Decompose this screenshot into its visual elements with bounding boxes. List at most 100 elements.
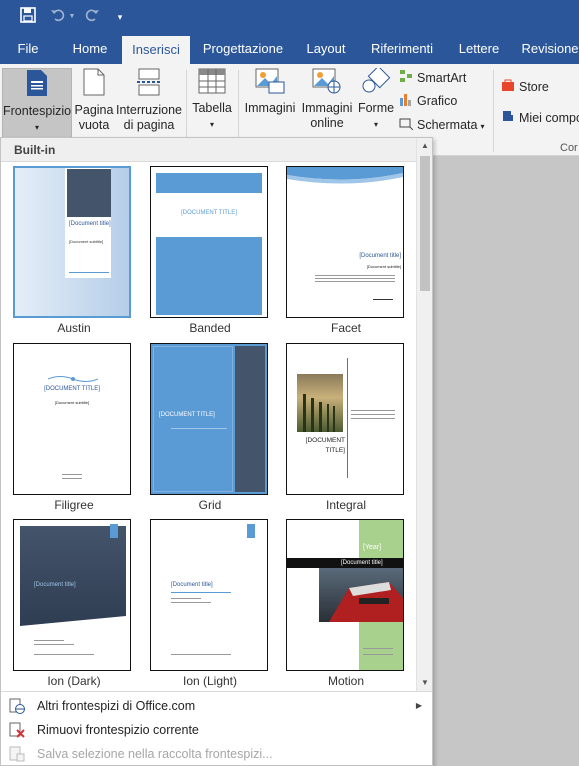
schermata-label: Schermata (417, 118, 478, 132)
undo-icon[interactable] (50, 7, 66, 27)
my-addins-icon (501, 109, 515, 129)
thumb-title: [DOCUMENT TITLE] (44, 386, 100, 392)
save-icon[interactable] (18, 7, 38, 27)
pagina-vuota-label-2: vuota (78, 118, 110, 132)
thumb-title: [DOCUMENT TITLE] (159, 412, 215, 418)
grafico-button[interactable]: Grafico (399, 91, 457, 111)
cover-thumb-facet[interactable]: [Document title] [Document subtitle] (286, 166, 404, 318)
altri-frontespizi-item[interactable]: Altri frontespizi di Office.com ▶ (1, 694, 432, 718)
thumb-label-ion-light: Ion (Light) (182, 674, 238, 688)
title-bar: ▼ ▾ (0, 0, 579, 34)
thumb-title: [Document title] (171, 582, 213, 588)
interruzione-pagina-button[interactable]: Interruzione di pagina (116, 68, 182, 140)
smartart-icon (399, 69, 413, 89)
salva-selezione-label: Salva selezione nella raccolta frontespi… (37, 747, 273, 761)
frontespizio-label: Frontespizio (3, 104, 72, 118)
thumb-label-austin: Austin (57, 321, 91, 335)
customize-qat-button[interactable]: ▾ (114, 7, 126, 27)
interruzione-label-1: Interruzione (116, 103, 183, 117)
rimuovi-frontespizio-label: Rimuovi frontespizio corrente (37, 723, 199, 737)
thumb-label-integral: Integral (325, 498, 367, 512)
immagini-online-label-2: online (310, 116, 344, 130)
scroll-thumb[interactable] (420, 156, 430, 291)
miei-componenti-button[interactable]: Miei compo (501, 108, 579, 128)
cover-thumb-integral[interactable]: [DOCUMENT TITLE] (286, 343, 404, 495)
tab-file[interactable]: File (8, 34, 48, 64)
smartart-button[interactable]: SmartArt (399, 68, 466, 88)
ribbon-tabs: File Home Inserisci Progettazione Layout… (0, 34, 579, 64)
tab-layout[interactable]: Layout (298, 34, 354, 64)
chevron-down-icon: ▾ (209, 120, 214, 129)
immagini-online-button[interactable]: Immagini online (300, 68, 354, 140)
undo-dropdown-icon[interactable]: ▼ (68, 7, 76, 27)
rimuovi-frontespizio-item[interactable]: Rimuovi frontespizio corrente (1, 718, 432, 742)
tab-revisione[interactable]: Revisione (518, 34, 579, 64)
chevron-down-icon: ▾ (373, 120, 378, 129)
blank-page-icon (74, 68, 114, 100)
cover-page-gallery: Built-in [Document title] [Document subt… (0, 137, 433, 766)
save-to-gallery-icon (9, 746, 25, 766)
thumb-subtitle: [Document subtitle] (69, 239, 104, 244)
thumb-title: [DOCUMENT TITLE] (181, 210, 237, 216)
menu-divider (1, 691, 432, 692)
cover-thumb-banded[interactable]: [DOCUMENT TITLE] (150, 166, 268, 318)
thumb-label-ion-dark: Ion (Dark) (47, 674, 101, 688)
forme-button[interactable]: Forme ▾ (356, 65, 396, 140)
thumb-label-filigree: Filigree (54, 498, 94, 512)
thumb-label-grid: Grid (198, 498, 222, 512)
pagina-vuota-button[interactable]: Pagina vuota (74, 68, 114, 140)
altri-frontespizi-label: Altri frontespizi di Office.com (37, 699, 196, 713)
scroll-up-icon[interactable]: ▲ (417, 138, 433, 154)
cover-thumb-ion-light[interactable]: [Document title] (150, 519, 268, 671)
tabella-button[interactable]: Tabella ▾ (190, 68, 234, 140)
tabella-label: Tabella (192, 101, 232, 115)
chevron-down-icon: ▾ (34, 123, 39, 132)
tab-home[interactable]: Home (62, 34, 118, 64)
picture-icon (242, 68, 298, 98)
gallery-scrollbar[interactable]: ▲ ▼ (416, 138, 432, 691)
cover-thumb-filigree[interactable]: [DOCUMENT TITLE] [Document subtitle] (13, 343, 131, 495)
thumb-label-banded: Banded (189, 321, 231, 335)
divider (493, 70, 494, 152)
salva-selezione-item[interactable]: Salva selezione nella raccolta frontespi… (1, 742, 432, 766)
online-picture-icon (300, 68, 354, 98)
cover-thumb-ion-dark[interactable]: [Document title] (13, 519, 131, 671)
table-icon (190, 68, 234, 98)
chevron-down-icon: ▾ (480, 122, 485, 131)
interruzione-label-2: di pagina (123, 118, 175, 132)
tab-riferimenti[interactable]: Riferimenti (362, 34, 442, 64)
shapes-icon (356, 65, 396, 98)
miei-componenti-label: Miei compo (519, 111, 579, 125)
thumb-title: [Document title] (341, 560, 383, 566)
thumb-title: [Document title] (359, 253, 401, 259)
tab-progettazione[interactable]: Progettazione (198, 34, 288, 64)
thumb-year: [Year] (363, 544, 382, 551)
schermata-button[interactable]: Schermata ▾ (399, 115, 484, 135)
pagina-vuota-label-1: Pagina (74, 103, 114, 117)
forme-label: Forme (357, 101, 395, 115)
thumb-title: [Document title] (34, 582, 76, 588)
smartart-label: SmartArt (417, 71, 467, 85)
grafico-label: Grafico (417, 94, 458, 108)
tab-lettere[interactable]: Lettere (452, 34, 506, 64)
cover-page-icon (3, 69, 71, 101)
thumb-subtitle: [Document subtitle] (54, 400, 90, 405)
immagini-label: Immagini (244, 101, 296, 115)
store-button[interactable]: Store (501, 77, 549, 97)
cover-thumb-motion[interactable]: [Year] [Document title] (286, 519, 404, 671)
store-label: Store (519, 80, 549, 94)
tab-inserisci[interactable]: Inserisci (122, 36, 190, 64)
thumb-title: [Document title] (69, 221, 111, 227)
thumb-subtitle: [Document subtitle] (366, 264, 401, 269)
cover-thumb-austin[interactable]: [Document title] [Document subtitle] (13, 166, 131, 318)
section-header: Built-in (1, 138, 416, 162)
immagini-button[interactable]: Immagini (242, 68, 298, 140)
immagini-online-label-1: Immagini (301, 101, 353, 115)
chevron-right-icon: ▶ (415, 701, 422, 710)
scroll-down-icon[interactable]: ▼ (417, 675, 433, 691)
frontespizio-button[interactable]: Frontespizio ▾ (2, 68, 72, 140)
cover-thumb-grid[interactable]: [DOCUMENT TITLE] (150, 343, 268, 495)
redo-icon[interactable] (84, 7, 100, 27)
screenshot-icon (399, 116, 414, 136)
group-label: Cor (560, 142, 578, 154)
